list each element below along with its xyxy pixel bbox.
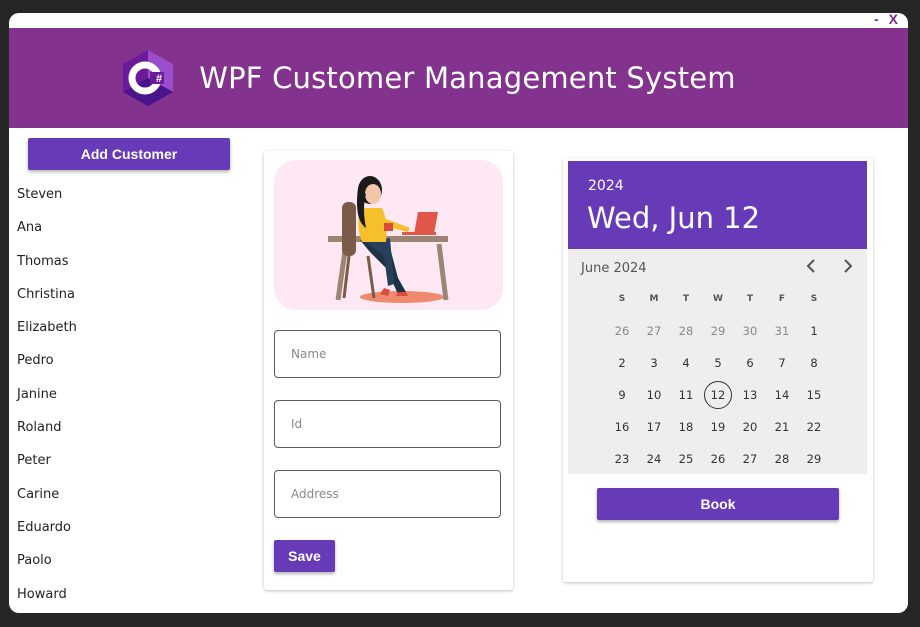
address-field[interactable] [274,470,501,518]
weekday-label: S [618,294,626,304]
csharp-logo-icon: # [123,50,174,106]
calendar-day[interactable]: 28 [670,315,702,347]
chevron-right-icon[interactable] [837,255,859,277]
customer-form-card: Save [264,151,513,590]
customer-list-item[interactable]: Paolo [17,544,77,577]
app-window: - X # WPF Customer Management System Add… [9,13,908,613]
address-input[interactable] [275,471,500,517]
calendar-day[interactable]: 26 [606,315,638,347]
name-field[interactable] [274,330,501,378]
customer-list-item[interactable]: Elizabeth [17,311,77,344]
name-input[interactable] [275,331,500,377]
calendar-day[interactable]: 14 [766,379,798,411]
calendar-day[interactable]: 6 [734,347,766,379]
calendar-day[interactable]: 27 [638,315,670,347]
calendar-day[interactable]: 22 [798,411,830,443]
customer-sidebar: Add Customer Steven Ana Thomas Christina Eli… [9,128,259,613]
calendar-day[interactable]: 24 [638,443,670,475]
weekday-label: T [682,294,690,304]
customer-list-item[interactable]: Christina [17,278,77,311]
calendar-day[interactable]: 23 [606,443,638,475]
chevron-left-icon[interactable] [800,255,822,277]
calendar-day[interactable]: 1 [798,315,830,347]
window-controls: - X [874,13,898,27]
calendar-day[interactable]: 29 [702,315,734,347]
calendar-selected-date: Wed, Jun 12 [587,201,761,235]
calendar-grid: S M T W T F S 26 27 28 29 30 31 1 2 3 4 5 6 7 8 9 10 11 12 13 14 15… [606,283,830,475]
customer-list-item[interactable]: Pedro [17,344,77,377]
calendar-day[interactable]: 13 [734,379,766,411]
calendar-day[interactable]: 29 [798,443,830,475]
minimize-button[interactable]: - [874,13,879,27]
booking-calendar-card: 2024 Wed, Jun 12 June 2024 S M T W T F S 26 27 28… [563,158,873,582]
calendar-year[interactable]: 2024 [588,178,624,194]
add-customer-button[interactable]: Add Customer [28,138,230,170]
calendar-day[interactable]: 28 [766,443,798,475]
calendar-day[interactable]: 30 [734,315,766,347]
calendar-day[interactable]: 12 [702,379,734,411]
weekday-label: M [649,294,659,304]
customer-list-item[interactable]: Thomas [17,245,77,278]
calendar-day[interactable]: 15 [798,379,830,411]
app-title: WPF Customer Management System [199,61,736,95]
customer-list-item[interactable]: Janine [17,378,77,411]
calendar-day[interactable]: 27 [734,443,766,475]
calendar-day[interactable]: 21 [766,411,798,443]
customer-list-item[interactable]: Peter [17,444,77,477]
calendar-day[interactable]: 20 [734,411,766,443]
calendar-day[interactable]: 11 [670,379,702,411]
calendar-month-label: June 2024 [581,261,647,276]
close-button[interactable]: X [889,13,898,27]
id-input[interactable] [275,401,500,447]
weekday-label: T [746,294,754,304]
calendar-day[interactable]: 3 [638,347,670,379]
customer-list-item[interactable]: Steven [17,178,77,211]
weekday-label: W [713,294,723,304]
calendar-header: 2024 Wed, Jun 12 [568,161,867,249]
calendar-day[interactable]: 7 [766,347,798,379]
app-header: # WPF Customer Management System [9,28,908,128]
customer-list-item[interactable]: Roland [17,411,77,444]
calendar-day[interactable]: 31 [766,315,798,347]
calendar-day[interactable]: 26 [702,443,734,475]
customer-list-item[interactable]: Howard [17,578,77,611]
calendar-day[interactable]: 5 [702,347,734,379]
logo-hash-text: # [156,73,162,85]
calendar-day[interactable]: 18 [670,411,702,443]
weekday-label: F [778,294,786,304]
id-field[interactable] [274,400,501,448]
calendar-day[interactable]: 9 [606,379,638,411]
customer-list-item[interactable]: Eduardo [17,511,77,544]
book-button[interactable]: Book [597,488,839,520]
customer-list-item[interactable]: Ana [17,211,77,244]
save-button[interactable]: Save [274,540,335,572]
customer-list-item[interactable]: Carine [17,478,77,511]
calendar-day[interactable]: 25 [670,443,702,475]
calendar-day[interactable]: 19 [702,411,734,443]
calendar-day[interactable]: 10 [638,379,670,411]
calendar-day[interactable]: 8 [798,347,830,379]
woman-at-laptop-illustration [274,160,503,310]
customer-list: Steven Ana Thomas Christina Elizabeth Pedro Ja… [17,178,77,611]
calendar-day[interactable]: 17 [638,411,670,443]
calendar-day[interactable]: 2 [606,347,638,379]
calendar-day[interactable]: 16 [606,411,638,443]
calendar-body: June 2024 S M T W T F S 26 27 28 29 30 31 1 2 3 4 5 6 7 8 9 10… [568,249,867,474]
calendar-day[interactable]: 4 [670,347,702,379]
weekday-label: S [810,294,818,304]
